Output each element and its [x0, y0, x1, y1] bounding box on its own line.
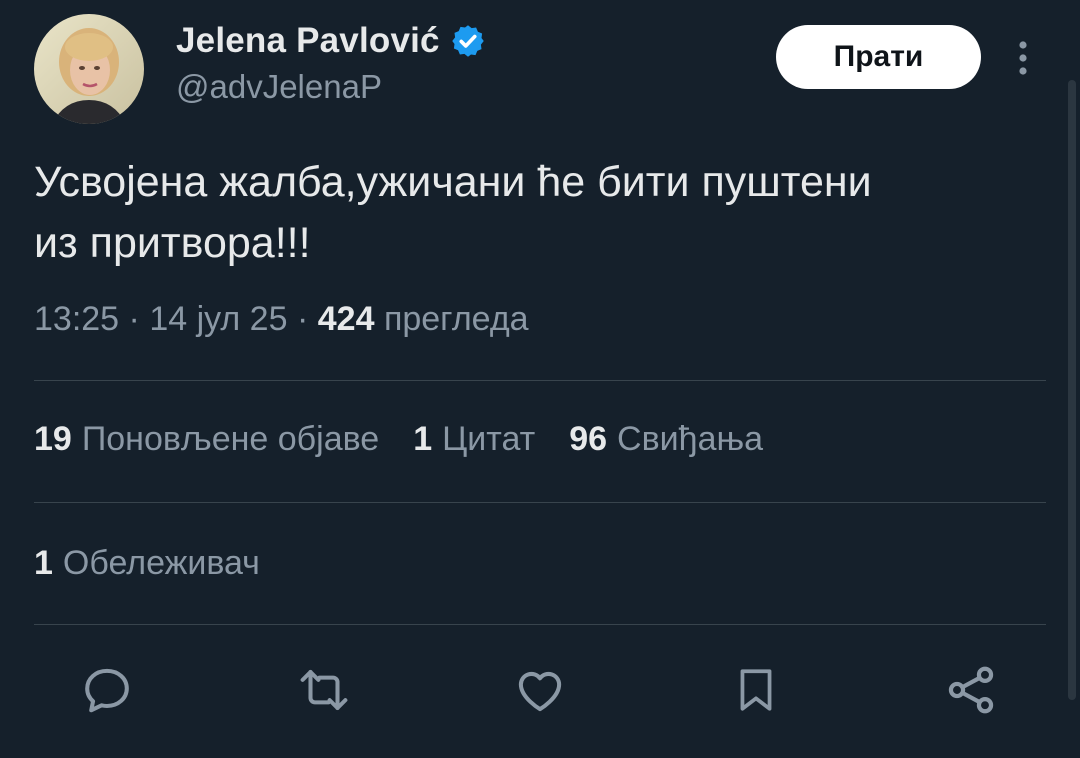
bookmarks-count: 1	[34, 544, 53, 582]
tweet-text-line-2: из притвора!!!	[34, 219, 311, 267]
tweet-text: Усвојена жалба,ужичани ће бити пуштени и…	[34, 152, 1034, 274]
quotes-stat[interactable]: 1 Цитат	[413, 420, 535, 459]
repost-icon[interactable]	[294, 660, 354, 720]
reposts-label: Поновљене објаве	[81, 420, 380, 458]
reposts-stat[interactable]: 19 Поновљене објаве	[34, 420, 379, 459]
display-name[interactable]: Jelena Pavlović	[176, 21, 440, 61]
author-name-row[interactable]: Jelena Pavlović	[176, 18, 486, 64]
quotes-label: Цитат	[442, 420, 536, 458]
divider	[34, 624, 1046, 625]
author-handle[interactable]: @advJelenaP	[176, 68, 382, 106]
separator-dot: ·	[128, 300, 150, 338]
separator-dot: ·	[296, 300, 318, 338]
verified-badge-icon	[450, 23, 486, 59]
bookmarks-label: Обележивач	[62, 544, 260, 582]
bookmark-icon[interactable]	[726, 660, 786, 720]
scrollbar[interactable]	[1068, 80, 1076, 700]
quotes-count: 1	[413, 420, 433, 458]
follow-button[interactable]: Прати	[776, 25, 981, 89]
views-count: 424	[317, 300, 375, 338]
like-icon[interactable]	[510, 660, 570, 720]
divider	[34, 502, 1046, 503]
tweet-text-line-1: Усвојена жалба,ужичани ће бити пуштени	[34, 158, 872, 206]
likes-stat[interactable]: 96 Свиђања	[569, 420, 763, 459]
likes-label: Свиђања	[617, 420, 764, 458]
more-options-icon[interactable]	[1008, 38, 1038, 78]
reposts-count: 19	[34, 420, 72, 458]
reply-icon[interactable]	[77, 660, 137, 720]
divider	[34, 380, 1046, 381]
tweet-date[interactable]: 14 јул 25	[149, 300, 287, 338]
avatar[interactable]	[34, 14, 144, 124]
share-icon[interactable]	[941, 660, 1001, 720]
tweet-time[interactable]: 13:25	[34, 300, 119, 338]
tweet-detail: Jelena Pavlović @advJelenaP Прати Усвоје…	[0, 0, 1080, 758]
engagement-stats: 19 Поновљене објаве 1 Цитат 96 Свиђања	[34, 420, 797, 459]
likes-count: 96	[569, 420, 608, 458]
views-label: прегледа	[383, 300, 529, 338]
tweet-metadata: 13:25 · 14 јул 25 · 424 прегледа	[34, 300, 529, 339]
bookmarks-stat[interactable]: 1 Обележивач	[34, 544, 260, 583]
